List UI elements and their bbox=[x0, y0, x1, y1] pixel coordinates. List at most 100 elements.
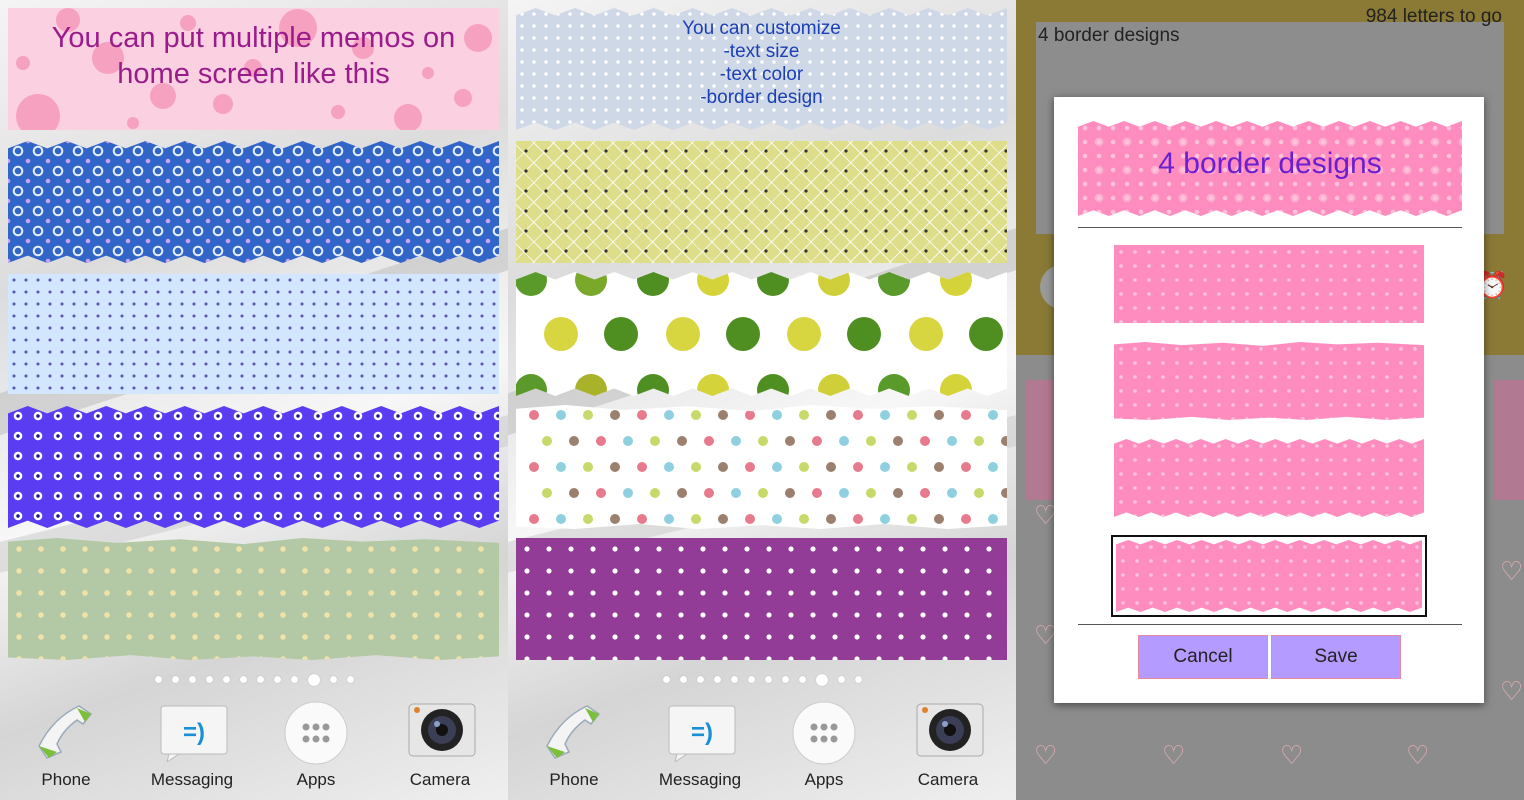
page-dot[interactable] bbox=[798, 676, 806, 684]
save-button[interactable]: Save bbox=[1271, 635, 1401, 679]
page-dot[interactable] bbox=[747, 676, 755, 684]
memo-widget-violet-dots[interactable] bbox=[8, 406, 499, 528]
home-screen-panel-2: You can customize -text size -text color… bbox=[508, 0, 1016, 800]
page-dot[interactable] bbox=[239, 676, 247, 684]
dock-phone[interactable]: Phone bbox=[16, 700, 116, 789]
heart-icon[interactable]: ♡ bbox=[1500, 556, 1523, 587]
memo-widget-purple-dots[interactable] bbox=[516, 538, 1007, 660]
page-dot[interactable] bbox=[188, 676, 196, 684]
memo-text-line: You can customize bbox=[682, 18, 841, 39]
pattern-dot bbox=[745, 462, 755, 472]
pattern-dot bbox=[556, 462, 566, 472]
apps-grid-icon bbox=[283, 700, 349, 765]
letters-remaining-counter: 984 letters to go bbox=[1365, 6, 1502, 27]
dock-phone[interactable]: Phone bbox=[524, 700, 624, 789]
pattern-dot bbox=[637, 514, 647, 524]
memo-widget-colorful-dots[interactable] bbox=[516, 405, 1007, 529]
memo-widget-customize[interactable]: You can customize -text size -text color… bbox=[516, 8, 1007, 130]
camera-icon bbox=[915, 700, 984, 762]
pattern-dot bbox=[772, 514, 782, 524]
messaging-icon: =) bbox=[159, 700, 228, 764]
pattern-dot bbox=[650, 488, 660, 498]
page-dot-active[interactable] bbox=[815, 673, 828, 686]
pattern-dot bbox=[758, 436, 768, 446]
border-option-scalloped[interactable] bbox=[1114, 245, 1424, 323]
page-dot[interactable] bbox=[781, 676, 789, 684]
memo-text-line-1: You can put multiple memos on bbox=[51, 22, 456, 54]
pattern-dot bbox=[893, 488, 903, 498]
pattern-dot bbox=[529, 410, 539, 420]
stamp-border-swatch bbox=[1116, 540, 1422, 612]
page-dot[interactable] bbox=[290, 676, 298, 684]
pattern-dot bbox=[907, 462, 917, 472]
preview-text: 4 border designs bbox=[1158, 147, 1382, 180]
page-dot[interactable] bbox=[171, 676, 179, 684]
page-dot[interactable] bbox=[837, 676, 845, 684]
dock-apps[interactable]: Apps bbox=[774, 700, 874, 789]
pattern-dot bbox=[704, 436, 714, 446]
dock-camera[interactable]: Camera bbox=[898, 700, 998, 789]
phone-icon bbox=[33, 700, 99, 762]
page-dot[interactable] bbox=[854, 676, 862, 684]
border-option-wavy[interactable] bbox=[1114, 439, 1424, 517]
heart-icon[interactable]: ♡ bbox=[1406, 740, 1429, 771]
page-dot[interactable] bbox=[154, 676, 162, 684]
pattern-dot bbox=[583, 514, 593, 524]
pattern-dot bbox=[799, 514, 809, 524]
dock-messaging[interactable]: =) Messaging bbox=[650, 700, 750, 789]
memo-widget-blue-bubbles[interactable] bbox=[8, 141, 499, 263]
page-dot[interactable] bbox=[662, 676, 670, 684]
pattern-dot bbox=[880, 462, 890, 472]
dock-label: Camera bbox=[409, 770, 471, 789]
dock-label: Apps bbox=[804, 770, 844, 789]
page-dot-active[interactable] bbox=[307, 673, 320, 686]
dock-messaging[interactable]: =) Messaging bbox=[142, 700, 242, 789]
pattern-dot bbox=[718, 514, 728, 524]
page-dot[interactable] bbox=[329, 676, 337, 684]
pattern-dot bbox=[637, 410, 647, 420]
pattern-dot bbox=[785, 436, 795, 446]
border-option-stamp-selected[interactable] bbox=[1111, 535, 1427, 617]
colorful-dots-pattern bbox=[529, 410, 1007, 524]
page-dot[interactable] bbox=[273, 676, 281, 684]
home-screen-panel-1: You can put multiple memos on home scree… bbox=[0, 0, 508, 800]
border-option-torn[interactable] bbox=[1114, 342, 1424, 420]
pattern-dot bbox=[866, 488, 876, 498]
page-dot[interactable] bbox=[222, 676, 230, 684]
pattern-dot bbox=[961, 410, 971, 420]
page-dot[interactable] bbox=[696, 676, 704, 684]
page-dot[interactable] bbox=[713, 676, 721, 684]
dock-camera[interactable]: Camera bbox=[390, 700, 490, 789]
page-dot[interactable] bbox=[764, 676, 772, 684]
heart-icon[interactable]: ♡ bbox=[1162, 740, 1185, 771]
pattern-dot bbox=[947, 488, 957, 498]
circles-pattern bbox=[516, 272, 1003, 396]
pattern-dot bbox=[934, 514, 944, 524]
cancel-button[interactable]: Cancel bbox=[1138, 635, 1268, 679]
pattern-dot bbox=[974, 488, 984, 498]
memo-widget-sage-dots[interactable] bbox=[8, 538, 499, 660]
heart-icon[interactable]: ♡ bbox=[1280, 740, 1303, 771]
page-dot[interactable] bbox=[346, 676, 354, 684]
dock-apps[interactable]: Apps bbox=[266, 700, 366, 789]
pattern-dot bbox=[583, 410, 593, 420]
pattern-dot bbox=[812, 488, 822, 498]
memo-editor-text: 4 border designs bbox=[1038, 25, 1180, 46]
pattern-dot bbox=[826, 514, 836, 524]
memo-widget-olive-diamonds[interactable] bbox=[516, 141, 1007, 263]
messaging-icon: =) bbox=[667, 700, 736, 764]
memo-widget-pink[interactable]: You can put multiple memos on home scree… bbox=[8, 8, 499, 130]
memo-text-line-2: home screen like this bbox=[117, 58, 390, 90]
heart-icon[interactable]: ♡ bbox=[1034, 740, 1057, 771]
memo-widget-lightblue-dots[interactable] bbox=[8, 274, 499, 394]
pattern-dot bbox=[745, 410, 755, 420]
pattern-dot bbox=[623, 436, 633, 446]
page-dot[interactable] bbox=[679, 676, 687, 684]
page-dot[interactable] bbox=[256, 676, 264, 684]
apps-grid-icon bbox=[791, 700, 857, 765]
heart-icon[interactable]: ♡ bbox=[1500, 676, 1523, 707]
page-dot[interactable] bbox=[730, 676, 738, 684]
page-dot[interactable] bbox=[205, 676, 213, 684]
pattern-dot bbox=[664, 462, 674, 472]
memo-widget-green-circles[interactable] bbox=[516, 272, 1007, 396]
